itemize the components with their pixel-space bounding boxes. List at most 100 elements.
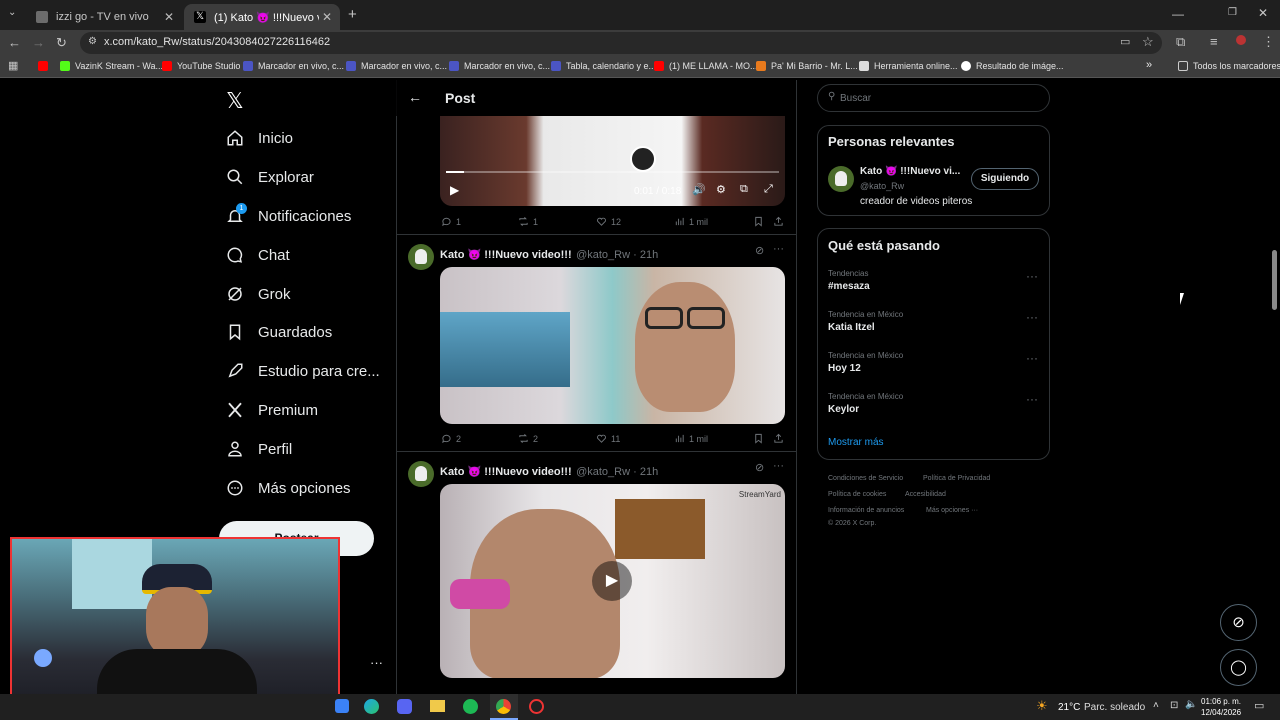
- settings-icon[interactable]: ⚙: [716, 183, 726, 196]
- back-arrow-icon[interactable]: ←: [408, 89, 422, 105]
- close-window-icon[interactable]: ✕: [1258, 6, 1268, 20]
- folder-icon[interactable]: [430, 700, 445, 712]
- reply-stat[interactable]: 1: [441, 216, 461, 227]
- bookmark-post-icon[interactable]: [753, 216, 768, 227]
- avatar[interactable]: [828, 166, 854, 192]
- search-input[interactable]: ⚲ Buscar: [817, 84, 1050, 112]
- close-tab-icon[interactable]: ✕: [322, 10, 332, 24]
- site-info-icon[interactable]: ⚙: [88, 36, 97, 47]
- all-bookmarks[interactable]: Todos los marcadores: [1178, 61, 1280, 71]
- trend-item[interactable]: Tendencia en México Keylor: [828, 392, 1038, 415]
- taskbar-app-icon[interactable]: [335, 699, 349, 713]
- bookmark-item[interactable]: Resultado de imáge...: [961, 61, 1064, 71]
- bookmark-item[interactable]: VazinK Stream - Wa...: [60, 61, 163, 71]
- nav-more-options[interactable]: Más opciones: [226, 473, 351, 503]
- bookmark-post-icon[interactable]: [753, 433, 768, 444]
- views-stat[interactable]: 1 mil: [674, 433, 708, 444]
- grok-explain-icon[interactable]: ⊘: [755, 461, 764, 474]
- nav-grok[interactable]: Grok: [226, 279, 291, 309]
- weather-condition[interactable]: Parc. soleado: [1084, 702, 1145, 713]
- play-icon[interactable]: ▶: [450, 183, 459, 197]
- chat-float-icon[interactable]: ◯: [1220, 649, 1257, 686]
- post-more-icon[interactable]: ···: [773, 460, 784, 472]
- media-control-icon[interactable]: ≡: [1210, 34, 1218, 49]
- trend-more-icon[interactable]: ···: [1026, 351, 1038, 365]
- tab-izzi[interactable]: izzi go - TV en vivo ✕: [26, 4, 182, 30]
- clock-date[interactable]: 12/04/2026: [1201, 708, 1241, 717]
- profile-avatar[interactable]: [1236, 35, 1246, 45]
- footer-link[interactable]: Más opciones ···: [926, 507, 978, 514]
- play-button-icon[interactable]: ▶: [592, 561, 632, 601]
- weather-temp[interactable]: 21°C: [1058, 702, 1080, 713]
- trend-more-icon[interactable]: ···: [1026, 269, 1038, 283]
- maximize-icon[interactable]: ❐: [1228, 7, 1237, 18]
- fullscreen-icon[interactable]: ⤢: [764, 183, 773, 196]
- discord-icon[interactable]: [397, 699, 412, 714]
- extensions-icon[interactable]: ⧉: [1176, 34, 1185, 50]
- trend-item[interactable]: Tendencia en México Katia Itzel: [828, 310, 1038, 333]
- footer-link[interactable]: Información de anuncios: [828, 507, 904, 514]
- post-video-thumbnail[interactable]: StreamYard ▶: [440, 484, 785, 678]
- footer-link[interactable]: Condiciones de Servicio: [828, 475, 903, 482]
- avatar[interactable]: [408, 461, 434, 487]
- minimize-icon[interactable]: —: [1172, 7, 1184, 21]
- x-logo-icon[interactable]: 𝕏: [226, 88, 244, 114]
- like-stat[interactable]: 11: [596, 433, 620, 444]
- trend-more-icon[interactable]: ···: [1026, 310, 1038, 324]
- repost-stat[interactable]: 1: [518, 216, 538, 227]
- video-player[interactable]: ▶ 0:01 / 0:18 🔊 ⚙ ⧉ ⤢: [440, 116, 785, 206]
- post-image[interactable]: [440, 267, 785, 424]
- trend-more-icon[interactable]: ···: [1026, 392, 1038, 406]
- reply-stat[interactable]: 2: [441, 433, 461, 444]
- spotify-icon[interactable]: [463, 699, 478, 714]
- nav-profile[interactable]: Perfil: [226, 434, 292, 464]
- avatar[interactable]: [408, 244, 434, 270]
- network-icon[interactable]: ⊡: [1170, 700, 1178, 711]
- obs-record-icon[interactable]: [529, 699, 544, 714]
- like-stat[interactable]: 12: [596, 216, 621, 227]
- bookmark-item[interactable]: Pa' Mi Barrio - Mr. L...: [756, 61, 858, 71]
- new-tab-icon[interactable]: +: [348, 6, 357, 23]
- bookmark-item[interactable]: Marcador en vivo, c...: [449, 61, 550, 71]
- footer-link[interactable]: Accesibilidad: [905, 491, 946, 498]
- weather-icon[interactable]: ☀: [1036, 698, 1048, 714]
- post-more-icon[interactable]: ···: [773, 243, 784, 255]
- grok-float-icon[interactable]: ⊘: [1220, 604, 1257, 641]
- video-progress-track[interactable]: [446, 171, 779, 173]
- forward-icon[interactable]: →: [32, 35, 45, 50]
- show-more-link[interactable]: Mostrar más: [828, 437, 884, 448]
- edge-icon[interactable]: [364, 699, 379, 714]
- post-author[interactable]: Kato 😈 !!!Nuevo video!!! @kato_Rw · 21h: [440, 462, 658, 480]
- trend-item[interactable]: Tendencias #mesaza: [828, 269, 1038, 292]
- volume-tray-icon[interactable]: 🔈: [1185, 699, 1197, 710]
- volume-icon[interactable]: 🔊: [692, 183, 706, 196]
- nav-premium[interactable]: Premium: [226, 395, 318, 425]
- nav-bookmarks[interactable]: Guardados: [226, 317, 332, 347]
- more-bookmarks-icon[interactable]: »: [1146, 59, 1152, 71]
- bookmark-star-icon[interactable]: ☆: [1142, 34, 1154, 50]
- share-icon[interactable]: [773, 216, 788, 227]
- nav-home[interactable]: Inicio: [226, 123, 293, 153]
- tab-x-post[interactable]: 𝕏 (1) Kato 😈 !!!Nuevo video! ✕: [184, 4, 340, 30]
- chrome-icon[interactable]: [496, 699, 511, 714]
- share-icon[interactable]: [773, 433, 788, 444]
- nav-creator-studio[interactable]: Estudio para cre...: [226, 356, 380, 386]
- views-stat[interactable]: 1 mil: [674, 216, 708, 227]
- picture-in-picture-icon[interactable]: ⧉: [740, 183, 748, 196]
- back-icon[interactable]: ←: [8, 35, 21, 50]
- bookmark-item[interactable]: Marcador en vivo, c...: [243, 61, 344, 71]
- tab-search-icon[interactable]: ⌄: [8, 7, 16, 18]
- chrome-menu-icon[interactable]: ⋮: [1262, 34, 1275, 50]
- relevant-name[interactable]: Kato 😈 !!!Nuevo vi...: [860, 166, 960, 177]
- bookmark-item[interactable]: Herramienta online...: [859, 61, 958, 71]
- nav-explore[interactable]: Explorar: [226, 162, 314, 192]
- tray-chevron-icon[interactable]: ˄: [1153, 700, 1159, 711]
- repost-stat[interactable]: 2: [518, 433, 538, 444]
- apps-grid-icon[interactable]: ▦: [8, 59, 18, 72]
- account-more-icon[interactable]: ···: [370, 655, 383, 670]
- url-text[interactable]: x.com/kato_Rw/status/2043084027226116462: [104, 36, 330, 48]
- grok-explain-icon[interactable]: ⊘: [755, 244, 764, 257]
- bookmark-item[interactable]: Tabla, calendario y e...: [551, 61, 656, 71]
- bookmark-youtube-icon[interactable]: [38, 61, 53, 71]
- bookmark-item[interactable]: YouTube Studio: [162, 61, 240, 71]
